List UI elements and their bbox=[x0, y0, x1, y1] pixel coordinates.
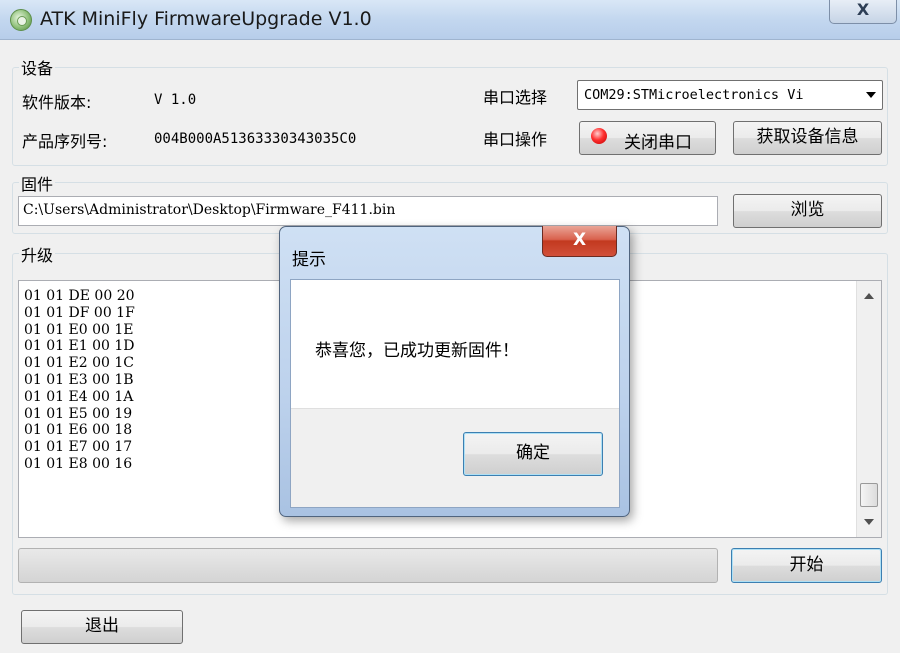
log-line: 01 01 E2 00 1C bbox=[24, 355, 134, 372]
log-line: 01 01 E6 00 18 bbox=[24, 422, 133, 439]
red-led-icon bbox=[585, 122, 613, 150]
dialog-close-button[interactable]: X bbox=[542, 226, 617, 257]
dialog-title: 提示 bbox=[292, 250, 326, 270]
port-select-label: 串口选择 bbox=[483, 88, 548, 107]
browse-button[interactable]: 浏览 bbox=[733, 194, 882, 228]
upgrade-progress-bar bbox=[18, 548, 718, 583]
dialog-body: 恭喜您，已成功更新固件！ 确定 bbox=[290, 279, 620, 508]
serial-number-label: 产品序列号: bbox=[22, 132, 108, 151]
log-line: 01 01 E5 00 19 bbox=[24, 405, 133, 422]
window-close-button[interactable]: X bbox=[829, 0, 897, 24]
log-scrollbar[interactable] bbox=[856, 281, 881, 537]
port-operation-label: 串口操作 bbox=[483, 130, 548, 149]
log-line: 01 01 E8 00 16 bbox=[24, 455, 133, 472]
log-line: 01 01 E4 00 1A bbox=[24, 388, 134, 405]
log-line: 01 01 E7 00 17 bbox=[24, 439, 133, 456]
log-line: 01 01 DF 00 1F bbox=[24, 304, 135, 321]
scroll-up-icon[interactable] bbox=[864, 293, 874, 299]
close-port-button-label: 关闭串口 bbox=[624, 133, 692, 153]
port-select-dropdown[interactable]: COM29:STMicroelectronics Vi bbox=[577, 80, 883, 110]
log-line: 01 01 E1 00 1D bbox=[24, 338, 135, 355]
log-line: 01 01 DE 00 20 bbox=[24, 288, 135, 304]
scroll-thumb[interactable] bbox=[860, 483, 878, 507]
title-bar[interactable]: ATK MiniFly FirmwareUpgrade V1.0 X bbox=[0, 0, 900, 40]
exit-button[interactable]: 退出 bbox=[21, 610, 183, 644]
firmware-path-value: C:\Users\Administrator\Desktop\Firmware_… bbox=[23, 202, 396, 218]
port-select-value: COM29:STMicroelectronics Vi bbox=[584, 87, 804, 103]
firmware-group-label: 固件 bbox=[19, 171, 56, 195]
software-version-label: 软件版本: bbox=[22, 93, 92, 112]
dialog-ok-button[interactable]: 确定 bbox=[463, 432, 603, 476]
serial-number-value: 004B000A51363330343035C0 bbox=[154, 131, 357, 147]
upgrade-group-label: 升级 bbox=[19, 242, 56, 266]
close-port-button[interactable]: 关闭串口 bbox=[579, 121, 716, 155]
device-group-label: 设备 bbox=[19, 55, 56, 79]
success-dialog: 提示 X 恭喜您，已成功更新固件！ 确定 bbox=[279, 226, 630, 517]
scroll-down-icon[interactable] bbox=[864, 519, 874, 525]
chevron-down-icon[interactable] bbox=[866, 92, 876, 98]
log-line: 01 01 E0 00 1E bbox=[24, 321, 134, 338]
start-button[interactable]: 开始 bbox=[731, 548, 882, 583]
window-title: ATK MiniFly FirmwareUpgrade V1.0 bbox=[40, 8, 372, 30]
log-lines: 01 01 DE 00 20 01 01 DF 00 1F 01 01 E0 00 … bbox=[24, 288, 135, 473]
dialog-message: 恭喜您，已成功更新固件！ bbox=[315, 341, 519, 361]
get-device-info-button[interactable]: 获取设备信息 bbox=[733, 121, 882, 155]
firmware-path-field[interactable]: C:\Users\Administrator\Desktop\Firmware_… bbox=[18, 196, 718, 226]
gear-refresh-icon bbox=[10, 9, 32, 31]
log-line: 01 01 E3 00 1B bbox=[24, 371, 134, 388]
software-version-value: V 1.0 bbox=[154, 92, 197, 108]
